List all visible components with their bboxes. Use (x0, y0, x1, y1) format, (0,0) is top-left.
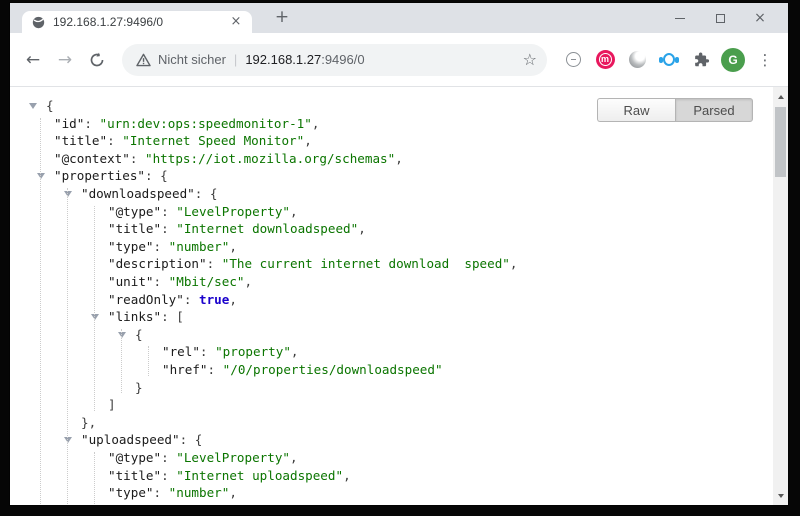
vertical-scrollbar[interactable] (773, 87, 788, 505)
json-tree: {"id": "urn:dev:ops:speedmonitor-1","tit… (10, 87, 773, 505)
json-line: "type": "number", (108, 484, 237, 502)
minimize-icon (675, 18, 685, 19)
json-line: "id": "urn:dev:ops:speedmonitor-1", (54, 115, 319, 133)
json-line: }, (81, 414, 96, 432)
json-line: "@type": "LevelProperty", (108, 449, 298, 467)
window-close-button[interactable]: × (740, 3, 780, 33)
json-line: "type": "number", (108, 238, 237, 256)
ring-icon (566, 52, 581, 67)
chrome-menu-button[interactable]: ⋮ (749, 45, 781, 75)
json-line: "@type": "LevelProperty", (108, 203, 298, 221)
page-content: {"id": "urn:dev:ops:speedmonitor-1","tit… (10, 87, 788, 505)
json-line: "unit": "Mbit/sec", (108, 273, 252, 291)
window-controls: × (660, 3, 780, 33)
json-line: "rel": "property", (162, 343, 299, 361)
browser-toolbar: ← → Nicht sicher | 192.168.1.27 :9496/0 … (10, 33, 788, 87)
json-line: "links": [ (108, 308, 184, 326)
bookmark-star-icon[interactable]: ☆ (523, 50, 537, 69)
screenshot-stage: 192.168.1.27:9496/0 × + × ← → (0, 0, 800, 516)
globe-favicon-icon (32, 16, 45, 29)
window-minimize-button[interactable] (660, 3, 700, 33)
security-status-label[interactable]: Nicht sicher (158, 52, 226, 67)
close-icon: × (754, 11, 766, 25)
raw-button[interactable]: Raw (597, 98, 675, 122)
omnibox-divider: | (234, 52, 237, 67)
profile-button[interactable]: G (717, 45, 749, 75)
collapse-triangle-icon[interactable] (118, 332, 126, 338)
json-line: } (135, 379, 143, 397)
collapse-triangle-icon[interactable] (64, 437, 72, 443)
not-secure-warning-icon (136, 53, 151, 67)
blue-bot-extension-button[interactable] (653, 45, 685, 75)
json-line: { (46, 97, 54, 115)
parsed-button[interactable]: Parsed (675, 98, 753, 122)
address-bar[interactable]: Nicht sicher | 192.168.1.27 :9496/0 ☆ (122, 44, 547, 76)
json-line: "title": "Internet Speed Monitor", (54, 132, 312, 150)
indent-guide (40, 118, 41, 505)
pink-m-extension-button[interactable]: m (589, 45, 621, 75)
window-maximize-button[interactable] (700, 3, 740, 33)
pink-monogram-icon: m (596, 50, 615, 69)
collapse-triangle-icon[interactable] (29, 103, 37, 109)
tab-strip: 192.168.1.27:9496/0 × + × (10, 3, 788, 33)
scroll-up-button[interactable] (773, 89, 788, 104)
collapse-triangle-icon[interactable] (64, 191, 72, 197)
new-tab-button[interactable]: + (269, 7, 295, 29)
indent-guide (94, 452, 95, 505)
sphere-extension-button[interactable] (621, 45, 653, 75)
json-line: "title": "Internet uploadspeed", (108, 467, 351, 485)
json-line: { (135, 326, 143, 344)
back-button[interactable]: ← (20, 47, 46, 73)
sphere-icon (629, 51, 646, 68)
arrow-up-icon (778, 95, 784, 99)
indent-guide (67, 188, 68, 505)
collapse-triangle-icon[interactable] (37, 173, 45, 179)
json-line: "@context": "https://iot.mozilla.org/sch… (54, 150, 403, 168)
kebab-menu-icon: ⋮ (758, 51, 773, 69)
url-path: :9496/0 (321, 52, 364, 67)
puzzle-piece-icon (692, 51, 710, 69)
indent-guide (121, 329, 122, 393)
forward-button[interactable]: → (52, 47, 78, 73)
avatar: G (721, 48, 745, 72)
collapse-triangle-icon[interactable] (91, 314, 99, 320)
json-line: "uploadspeed": { (81, 431, 202, 449)
browser-tab[interactable]: 192.168.1.27:9496/0 × (22, 11, 252, 33)
json-line: "downloadspeed": { (81, 185, 217, 203)
scroll-down-button[interactable] (773, 488, 788, 503)
json-line: ] (108, 396, 116, 414)
json-line: "href": "/0/properties/downloadspeed" (162, 361, 443, 379)
scrollbar-thumb[interactable] (775, 107, 786, 177)
tab-title: 192.168.1.27:9496/0 (53, 15, 228, 29)
arrow-down-icon (778, 494, 784, 498)
reload-button[interactable] (84, 47, 110, 73)
json-line: "readOnly": true, (108, 291, 237, 309)
indent-guide (94, 206, 95, 411)
tab-close-icon[interactable]: × (228, 14, 244, 30)
extensions-menu-button[interactable] (685, 45, 717, 75)
browser-window: 192.168.1.27:9496/0 × + × ← → (10, 3, 788, 505)
raw-parsed-toggle: Raw Parsed (597, 98, 753, 122)
indent-guide (148, 346, 149, 375)
robot-icon (659, 52, 679, 68)
json-line: "description": "The current internet upl… (108, 502, 495, 505)
reload-icon (89, 52, 105, 68)
json-line: "title": "Internet downloadspeed", (108, 220, 366, 238)
extensions-row: m G ⋮ (557, 45, 781, 75)
json-line: "description": "The current internet dow… (108, 255, 517, 273)
url-host: 192.168.1.27 (245, 52, 321, 67)
json-line: "properties": { (54, 167, 168, 185)
ring-extension-button[interactable] (557, 45, 589, 75)
maximize-icon (716, 14, 725, 23)
